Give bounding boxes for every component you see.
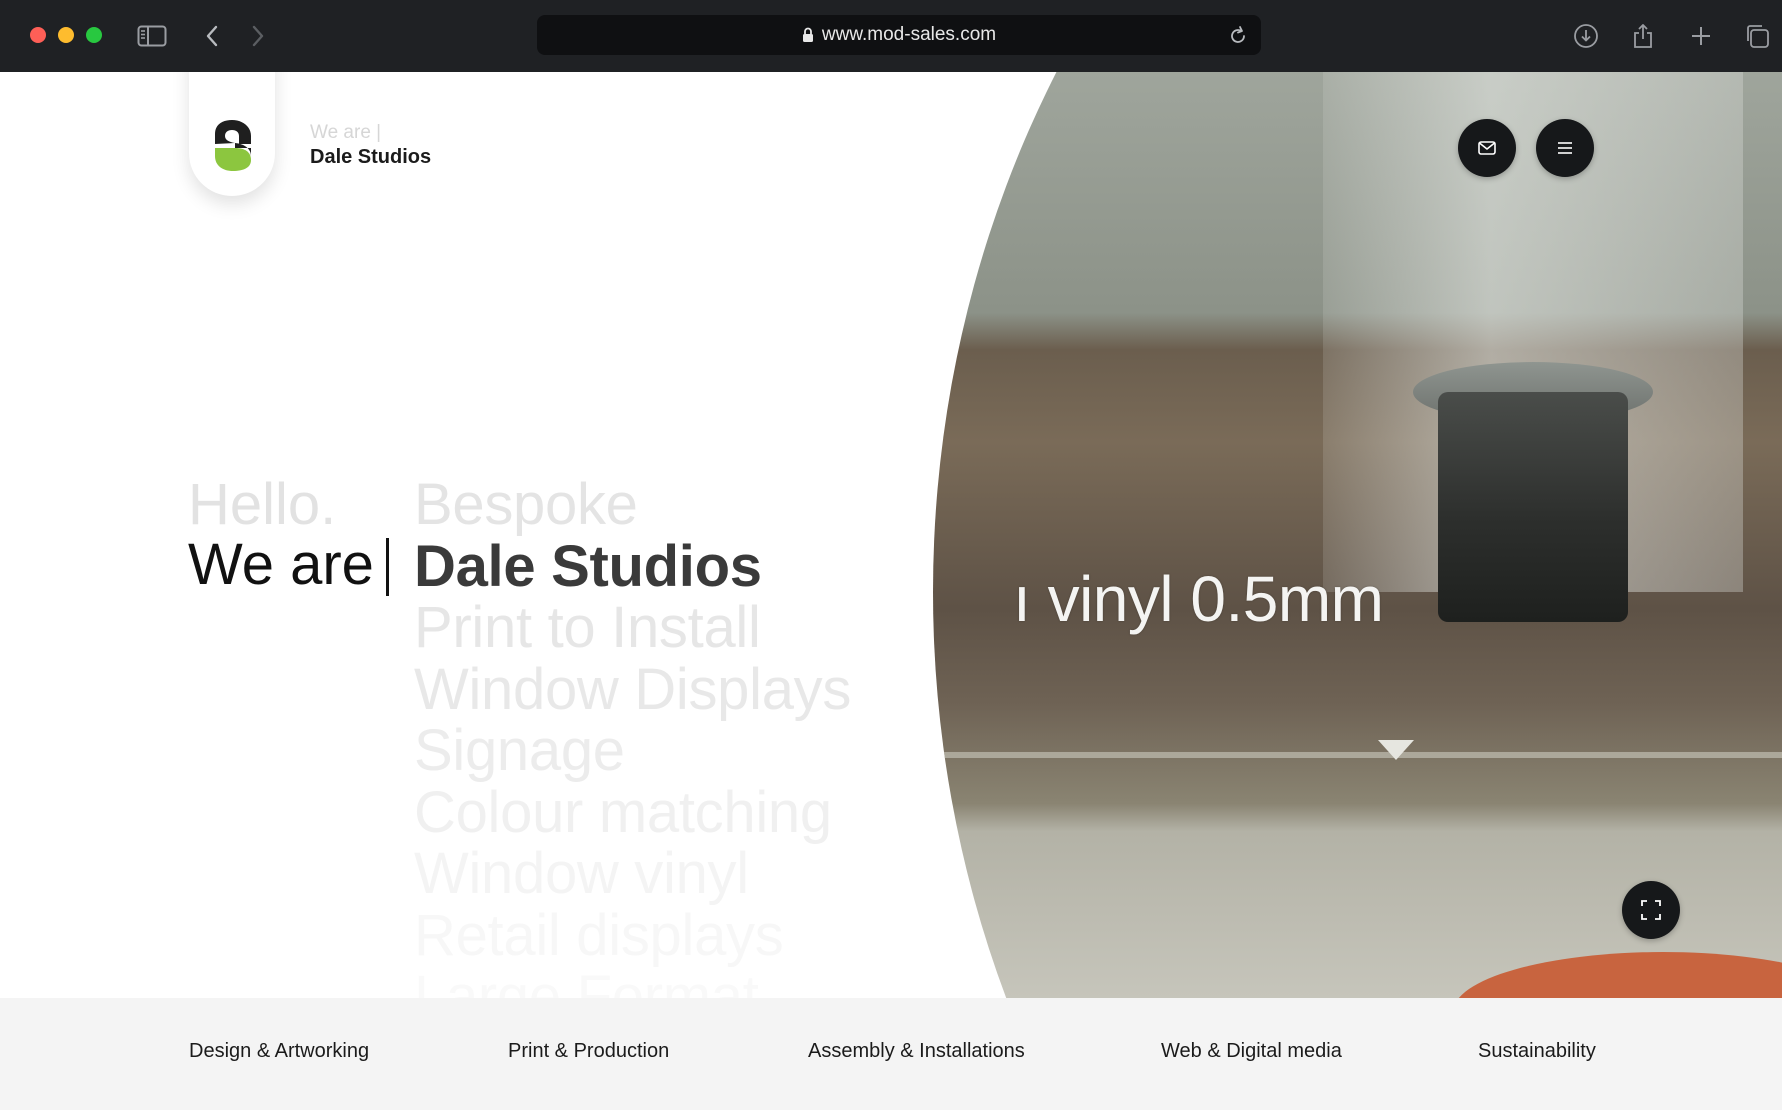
webpage: ı vinyl 0.5mm We are | Dale Studios Hell… [0,72,1782,1110]
hero-rotating-words: Bespoke Dale Studios Print to Install Windo… [414,474,851,1028]
address-bar[interactable]: www.mod-sales.com [537,15,1261,55]
close-window-button[interactable] [30,27,46,43]
video-rail [933,752,1782,758]
video-marker [1378,740,1414,760]
fullscreen-button[interactable] [1622,881,1680,939]
sidebar-toggle-icon[interactable] [136,20,168,52]
lock-icon [802,27,814,43]
hero-word: Colour matching [414,779,832,845]
video-machine-spindle [1438,392,1628,622]
nav-design-artworking[interactable]: Design & Artworking [189,1040,369,1063]
menu-button[interactable] [1536,119,1594,177]
video-caption: ı vinyl 0.5mm [1013,563,1384,635]
url-text: www.mod-sales.com [821,24,997,45]
hero-greeting: Hello. [188,472,337,537]
nav-sustainability[interactable]: Sustainability [1478,1040,1596,1063]
hero-word: Dale Studios [414,533,762,599]
brand-prefix: We are | [310,122,382,143]
hero-video[interactable]: ı vinyl 0.5mm [933,72,1782,1072]
browser-toolbar: www.mod-sales.com [0,0,1782,72]
nav-print-production[interactable]: Print & Production [508,1040,669,1063]
hamburger-menu-icon [1558,142,1572,154]
maximize-window-button[interactable] [86,27,102,43]
new-tab-plus-icon[interactable] [1685,20,1717,52]
text-cursor [386,538,389,596]
site-logo[interactable] [189,72,275,196]
reload-icon[interactable] [1229,25,1247,51]
nav-assembly-installations[interactable]: Assembly & Installations [808,1040,1025,1063]
minimize-window-button[interactable] [58,27,74,43]
share-icon[interactable] [1627,20,1659,52]
hero-we-are: We are [188,532,374,597]
services-nav: Design & Artworking Print & Production A… [0,998,1782,1110]
forward-arrow-icon[interactable] [242,20,274,52]
hero-word: Window Displays [414,656,852,722]
hero-word: Signage [414,718,625,783]
logo-mark-icon [215,120,251,171]
nav-web-digital-media[interactable]: Web & Digital media [1161,1040,1342,1063]
brand-name[interactable]: Dale Studios [310,146,431,169]
hero-word: Retail displays [414,902,784,968]
fullscreen-icon [1641,900,1661,920]
mail-icon [1478,141,1496,155]
downloads-icon[interactable] [1570,20,1602,52]
hero-word: Window vinyl [414,841,749,906]
hero-word: Bespoke [414,472,638,537]
hero-word: Print to Install [414,595,761,660]
tab-overview-icon[interactable] [1741,20,1773,52]
back-arrow-icon[interactable] [196,20,228,52]
mail-button[interactable] [1458,119,1516,177]
